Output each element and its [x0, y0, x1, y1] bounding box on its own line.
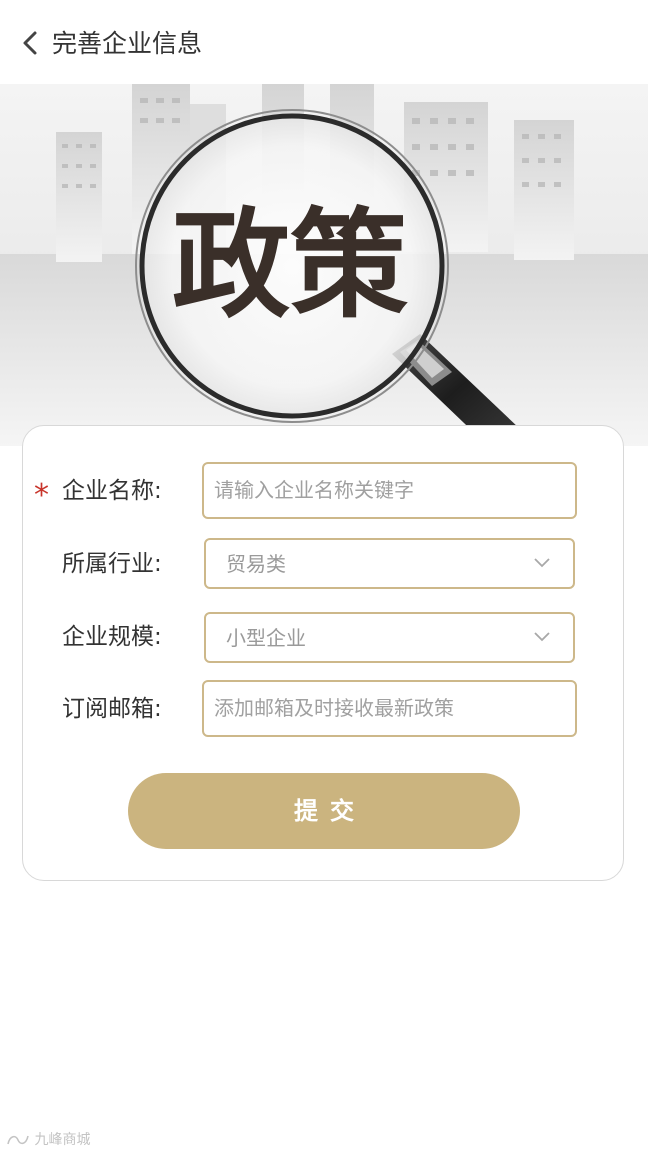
email-placeholder: 添加邮箱及时接收最新政策: [214, 696, 454, 720]
watermark-text: 九峰商城: [34, 1132, 91, 1148]
banner-headline: 政策: [172, 196, 408, 334]
email-label: 订阅邮箱:: [62, 696, 162, 722]
back-arrow-icon[interactable]: [20, 30, 42, 56]
banner-illustration: 政策: [0, 84, 648, 446]
industry-label: 所属行业:: [62, 551, 162, 577]
email-input[interactable]: 添加邮箱及时接收最新政策: [202, 680, 577, 737]
scale-label: 企业规模:: [62, 624, 162, 650]
chevron-down-icon: [534, 558, 550, 568]
company-name-input[interactable]: 请输入企业名称关键字: [202, 462, 577, 519]
top-bar: 完善企业信息: [0, 0, 648, 84]
policy-banner: 政策: [0, 84, 648, 446]
submit-button[interactable]: 提交: [128, 773, 520, 849]
scale-select[interactable]: 小型企业: [204, 612, 575, 663]
chevron-down-icon: [534, 632, 550, 642]
company-name-placeholder: 请输入企业名称关键字: [214, 478, 414, 502]
scale-value: 小型企业: [226, 626, 306, 650]
company-name-label: 企业名称:: [62, 478, 162, 504]
industry-select[interactable]: 贸易类: [204, 538, 575, 589]
industry-value: 贸易类: [226, 552, 286, 576]
required-mark: *: [34, 478, 49, 513]
watermark-logo-icon: [7, 1135, 29, 1145]
page-title: 完善企业信息: [52, 29, 203, 58]
watermark: 九峰商城: [6, 1130, 90, 1150]
